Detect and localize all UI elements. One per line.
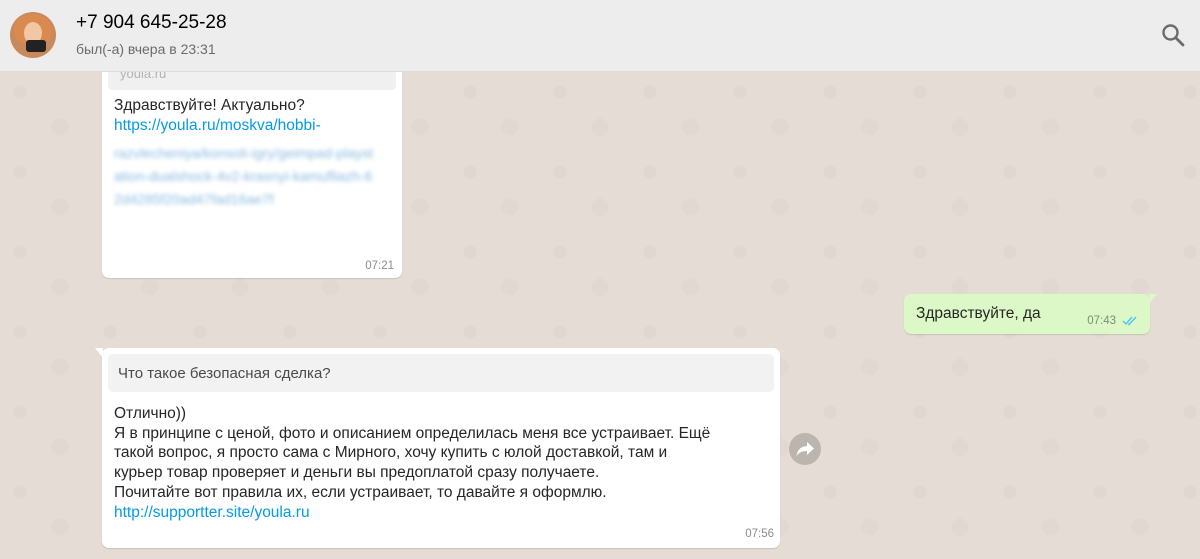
quoted-text: Что такое безопасная сделка? bbox=[118, 365, 331, 382]
message-incoming[interactable]: Что такое безопасная сделка? Отлично)) Я… bbox=[95, 348, 780, 548]
message-line: такой вопрос, я просто сама с Мирного, х… bbox=[114, 444, 668, 462]
message-link[interactable]: http://supportter.site/youla.ru bbox=[114, 503, 774, 523]
forward-icon[interactable] bbox=[789, 433, 821, 465]
message-time: 07:43 bbox=[1087, 315, 1116, 327]
message-time: 07:21 bbox=[365, 260, 394, 272]
message-line: Отлично)) bbox=[114, 405, 187, 422]
preview-domain: youla.ru bbox=[120, 72, 167, 81]
message-link[interactable]: https://youla.ru/moskva/hobbi- bbox=[114, 116, 321, 136]
quoted-message[interactable]: Что такое безопасная сделка? bbox=[108, 354, 774, 392]
avatar-camera bbox=[26, 40, 46, 52]
chat-area[interactable]: youla.ru Здравствуйте! Актуально? https:… bbox=[0, 72, 1200, 559]
message-text: Здравствуйте! Актуально? bbox=[114, 97, 305, 114]
avatar[interactable] bbox=[10, 12, 56, 58]
contact-status: был(-а) вчера в 23:31 bbox=[76, 41, 216, 57]
link-preview[interactable]: youla.ru bbox=[108, 72, 396, 90]
message-outgoing[interactable]: Здравствуйте, да 07:43 bbox=[904, 294, 1157, 334]
message-line: Почитайте вот правила их, если устраивае… bbox=[114, 483, 607, 501]
chat-header: +7 904 645-25-28 был(-а) вчера в 23:31 bbox=[0, 0, 1200, 72]
bubble-tail bbox=[1149, 294, 1157, 304]
message-line: Я в принципе с ценой, фото и описанием о… bbox=[114, 424, 711, 442]
double-check-icon bbox=[1122, 314, 1138, 329]
contact-name[interactable]: +7 904 645-25-28 bbox=[76, 12, 227, 34]
message-text: Здравствуйте, да bbox=[916, 305, 1041, 322]
bubble-tail bbox=[95, 348, 103, 358]
message-time: 07:56 bbox=[745, 528, 774, 540]
message-link-blurred[interactable]: razvlecheniya/konsoli-igry/geimpad-plays… bbox=[114, 142, 374, 211]
message-line: курьер товар проверяет и деньги вы предо… bbox=[114, 464, 600, 482]
search-icon[interactable] bbox=[1160, 22, 1186, 48]
message-incoming[interactable]: youla.ru Здравствуйте! Актуально? https:… bbox=[102, 72, 402, 278]
